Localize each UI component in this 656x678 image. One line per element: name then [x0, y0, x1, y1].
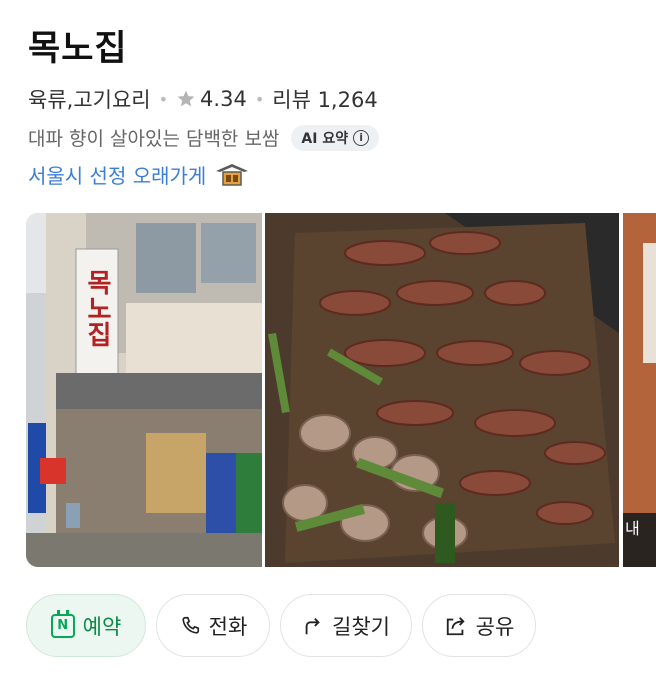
- place-meta: 육류,고기요리 • 4.34 • 리뷰 1,264: [28, 84, 378, 114]
- share-label: 공유: [475, 614, 515, 639]
- rating-value: 4.34: [200, 87, 247, 111]
- ai-badge-label: AI 요약: [301, 130, 349, 147]
- separator-dot: •: [158, 89, 169, 109]
- featured-text: 서울시 선정 오래가게: [28, 164, 207, 188]
- info-icon[interactable]: i: [353, 129, 370, 146]
- ai-summary-badge[interactable]: AI 요약 i: [291, 124, 380, 151]
- reserve-button[interactable]: N 예약: [26, 594, 146, 657]
- directions-label: 길찾기: [332, 614, 390, 639]
- directions-button[interactable]: 길찾기: [280, 594, 412, 657]
- interior-photo[interactable]: 내: [623, 213, 656, 567]
- storefront-photo[interactable]: 목노집: [26, 213, 262, 567]
- summary-text: 대파 향이 살아있는 담백한 보쌈: [28, 128, 280, 150]
- calendar-n-icon: N: [50, 609, 75, 638]
- ai-summary: 대파 향이 살아있는 담백한 보쌈 AI 요약 i: [28, 124, 380, 151]
- action-bar: N 예약 전화 길찾기 공유: [26, 594, 536, 657]
- old-shop-badge-icon: [216, 163, 249, 186]
- featured-link[interactable]: 서울시 선정 오래가게: [28, 160, 250, 189]
- review-count[interactable]: 리뷰 1,264: [272, 84, 377, 114]
- phone-icon: [182, 616, 199, 634]
- sign-text: 목노집: [82, 269, 112, 347]
- star-icon: [177, 90, 195, 107]
- photo-overlay-text: 내: [625, 519, 640, 538]
- separator-dot: •: [254, 89, 265, 109]
- grilled-intestine-photo[interactable]: [265, 213, 619, 567]
- call-button[interactable]: 전화: [156, 594, 270, 657]
- photo-carousel[interactable]: 목노집 내: [26, 213, 656, 567]
- place-name: 목노집: [28, 29, 128, 69]
- directions-icon: [305, 617, 320, 634]
- share-icon: [446, 616, 465, 635]
- category: 육류,고기요리: [28, 88, 151, 112]
- share-button[interactable]: 공유: [422, 594, 536, 657]
- reserve-label: 예약: [82, 614, 122, 639]
- call-label: 전화: [208, 614, 248, 639]
